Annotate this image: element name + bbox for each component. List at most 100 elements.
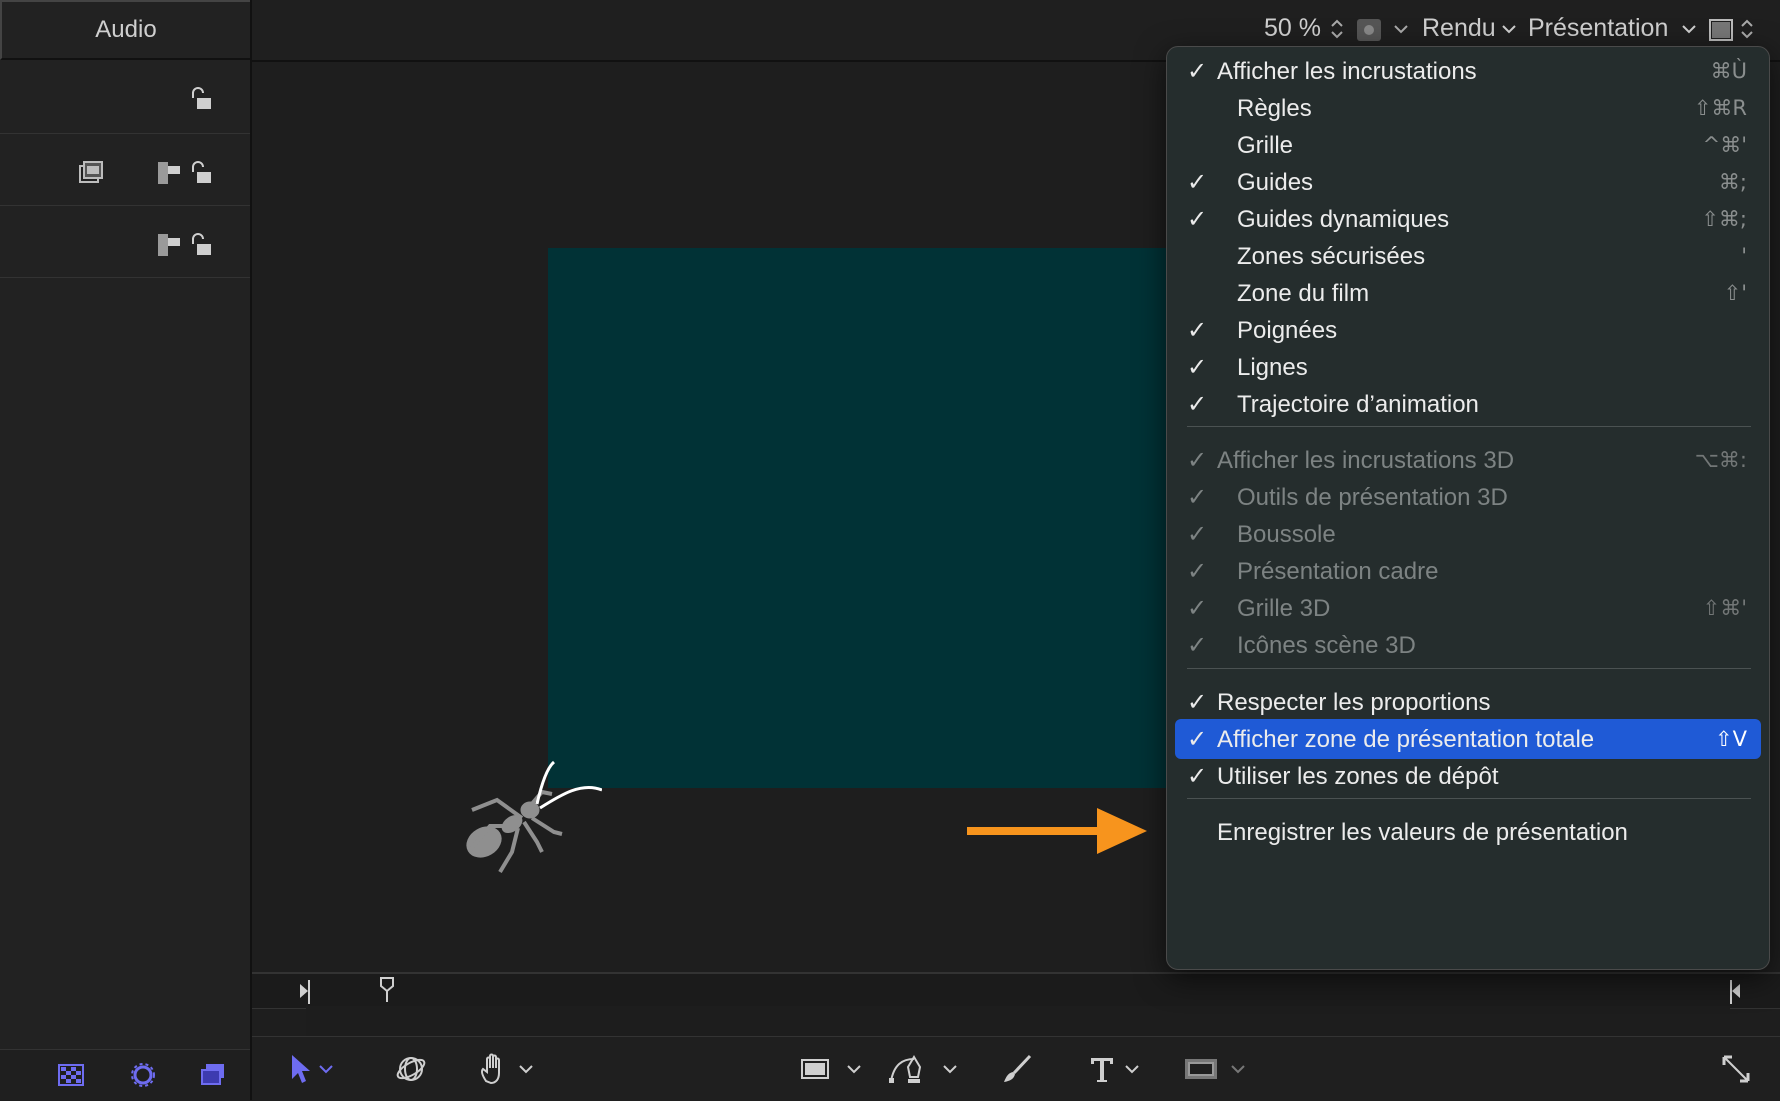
- menu-item-shortcut: ⇧⌘R: [1693, 96, 1747, 120]
- checkmark-icon: ✓: [1187, 169, 1208, 196]
- menu-item[interactable]: ✓ Guides ⌘;: [1175, 162, 1761, 202]
- rectangle-shape-icon[interactable]: [800, 1053, 830, 1085]
- play-range-start-icon[interactable]: [294, 978, 320, 1004]
- chevron-down-icon[interactable]: [1230, 1053, 1246, 1085]
- select-arrow-icon[interactable]: [290, 1053, 312, 1085]
- chevron-down-icon[interactable]: [1500, 18, 1518, 40]
- menu-separator: [1187, 798, 1751, 799]
- zoom-stepper-icon[interactable]: [1328, 18, 1346, 40]
- timeline-track[interactable]: [306, 1006, 1730, 1036]
- audio-tab[interactable]: Audio: [0, 0, 250, 60]
- checkmark-icon: ✓: [1187, 391, 1208, 418]
- chevron-down-icon[interactable]: [1680, 18, 1698, 40]
- chevron-down-icon[interactable]: [846, 1053, 862, 1085]
- menu-item[interactable]: ✓ Lignes: [1175, 347, 1761, 387]
- menu-item-label: Grille: [1237, 132, 1294, 159]
- library-icon[interactable]: [58, 1062, 84, 1088]
- menu-item[interactable]: ✓ Afficher zone de présentation totale ⇧V: [1175, 719, 1761, 759]
- menu-item[interactable]: ✓ Guides dynamiques ⇧⌘;: [1175, 199, 1761, 239]
- menu-item: ✓ Outils de présentation 3D: [1175, 477, 1761, 517]
- mask-tool-icon[interactable]: [1184, 1053, 1218, 1085]
- menu-item-label: Afficher les incrustations: [1217, 58, 1477, 85]
- layer-row[interactable]: [0, 206, 250, 278]
- orbit-3d-icon[interactable]: [394, 1053, 428, 1085]
- checkmark-icon: ✓: [1187, 447, 1208, 474]
- menu-item-label: Outils de présentation 3D: [1237, 484, 1508, 511]
- checkmark-icon: ✓: [1187, 632, 1208, 659]
- menu-item-shortcut: ': [1741, 244, 1747, 268]
- chevron-down-icon[interactable]: [942, 1053, 958, 1085]
- layout-stepper-icon[interactable]: [1738, 18, 1756, 40]
- menu-item-label: Enregistrer les valeurs de présentation: [1217, 819, 1628, 846]
- menu-item[interactable]: ✓ Respecter les proportions: [1175, 682, 1761, 722]
- menu-item-label: Règles: [1237, 95, 1312, 122]
- menu-item-label: Afficher zone de présentation totale: [1217, 726, 1595, 753]
- expand-fullscreen-icon[interactable]: [1720, 1053, 1752, 1085]
- chevron-down-icon[interactable]: [518, 1053, 534, 1085]
- layer-row[interactable]: [0, 134, 250, 206]
- menu-item: ✓ Boussole: [1175, 514, 1761, 554]
- menu-item-label: Présentation cadre: [1237, 558, 1439, 585]
- render-menu[interactable]: Rendu: [1422, 14, 1496, 43]
- menu-item-shortcut: ⇧V: [1715, 727, 1747, 751]
- menu-item-label: Zones sécurisées: [1237, 243, 1426, 270]
- group-layer-icon[interactable]: [156, 232, 182, 258]
- zoom-level[interactable]: 50 %: [1264, 14, 1321, 43]
- menu-item-shortcut: ⌘Ù: [1710, 59, 1747, 83]
- text-tool-icon[interactable]: [1088, 1053, 1116, 1085]
- mini-timeline[interactable]: [252, 972, 1780, 1009]
- play-range-end-icon[interactable]: [1720, 978, 1746, 1004]
- checkmark-icon: ✓: [1187, 763, 1208, 790]
- checkmark-icon: ✓: [1187, 58, 1208, 85]
- callout-arrow: [967, 808, 1147, 854]
- presentation-dropdown-menu: ✓ Afficher les incrustations ⌘Ù Règles ⇧⌘R Gr…: [1166, 46, 1770, 970]
- menu-item[interactable]: Zones sécurisées ': [1175, 236, 1761, 276]
- playhead-icon[interactable]: [374, 976, 400, 1002]
- unlock-icon[interactable]: [188, 232, 214, 258]
- menu-item[interactable]: ✓ Afficher les incrustations ⌘Ù: [1175, 51, 1761, 91]
- menu-item[interactable]: Zone du film ⇧': [1175, 273, 1761, 313]
- panel-switcher: [0, 1049, 250, 1100]
- channels-icon[interactable]: [1356, 17, 1382, 43]
- chevron-down-icon[interactable]: [1392, 18, 1410, 40]
- menu-item: ✓ Icônes scène 3D: [1175, 625, 1761, 665]
- menu-item[interactable]: Enregistrer les valeurs de présentation: [1175, 812, 1761, 852]
- menu-item[interactable]: Grille ^⌘': [1175, 125, 1761, 165]
- menu-item[interactable]: Règles ⇧⌘R: [1175, 88, 1761, 128]
- menu-separator: [1187, 668, 1751, 669]
- unlock-icon[interactable]: [188, 160, 214, 186]
- menu-item-shortcut: ^⌘': [1702, 133, 1747, 157]
- menu-item-label: Icônes scène 3D: [1237, 632, 1416, 659]
- menu-item-label: Poignées: [1237, 317, 1338, 344]
- menu-item-label: Lignes: [1237, 354, 1308, 381]
- layers-icon[interactable]: [200, 1062, 226, 1088]
- unlock-icon[interactable]: [188, 86, 214, 112]
- menu-item-label: Respecter les proportions: [1217, 689, 1491, 716]
- inspector-gear-icon[interactable]: [130, 1062, 156, 1088]
- menu-item[interactable]: ✓ Poignées: [1175, 310, 1761, 350]
- project-frame[interactable]: [548, 248, 1182, 788]
- menu-item-label: Afficher les incrustations 3D: [1217, 447, 1515, 474]
- checkmark-icon: ✓: [1187, 595, 1208, 622]
- checkmark-icon: ✓: [1187, 484, 1208, 511]
- checkmark-icon: ✓: [1187, 521, 1208, 548]
- menu-item: ✓ Afficher les incrustations 3D ⌥⌘:: [1175, 440, 1761, 480]
- bezier-pen-icon[interactable]: [888, 1053, 928, 1085]
- chevron-down-icon[interactable]: [1124, 1053, 1140, 1085]
- menu-item[interactable]: ✓ Utiliser les zones de dépôt: [1175, 756, 1761, 796]
- presentation-menu[interactable]: Présentation: [1528, 14, 1668, 43]
- menu-item-shortcut: ⌘;: [1718, 170, 1747, 194]
- menu-item-label: Guides dynamiques: [1237, 206, 1450, 233]
- menu-item-shortcut: ⇧': [1723, 281, 1747, 305]
- chevron-down-icon[interactable]: [318, 1053, 334, 1085]
- menu-separator: [1187, 426, 1751, 427]
- hand-pan-icon[interactable]: [478, 1053, 508, 1085]
- checkmark-icon: ✓: [1187, 354, 1208, 381]
- layer-row[interactable]: [0, 62, 250, 134]
- menu-item[interactable]: ✓ Trajectoire d’animation: [1175, 384, 1761, 424]
- menu-item-label: Zone du film: [1237, 280, 1370, 307]
- menu-item-shortcut: ⌥⌘:: [1694, 448, 1747, 472]
- paint-brush-icon[interactable]: [1000, 1053, 1034, 1085]
- view-layout-icon[interactable]: [1708, 17, 1734, 43]
- group-layer-icon[interactable]: [156, 160, 182, 186]
